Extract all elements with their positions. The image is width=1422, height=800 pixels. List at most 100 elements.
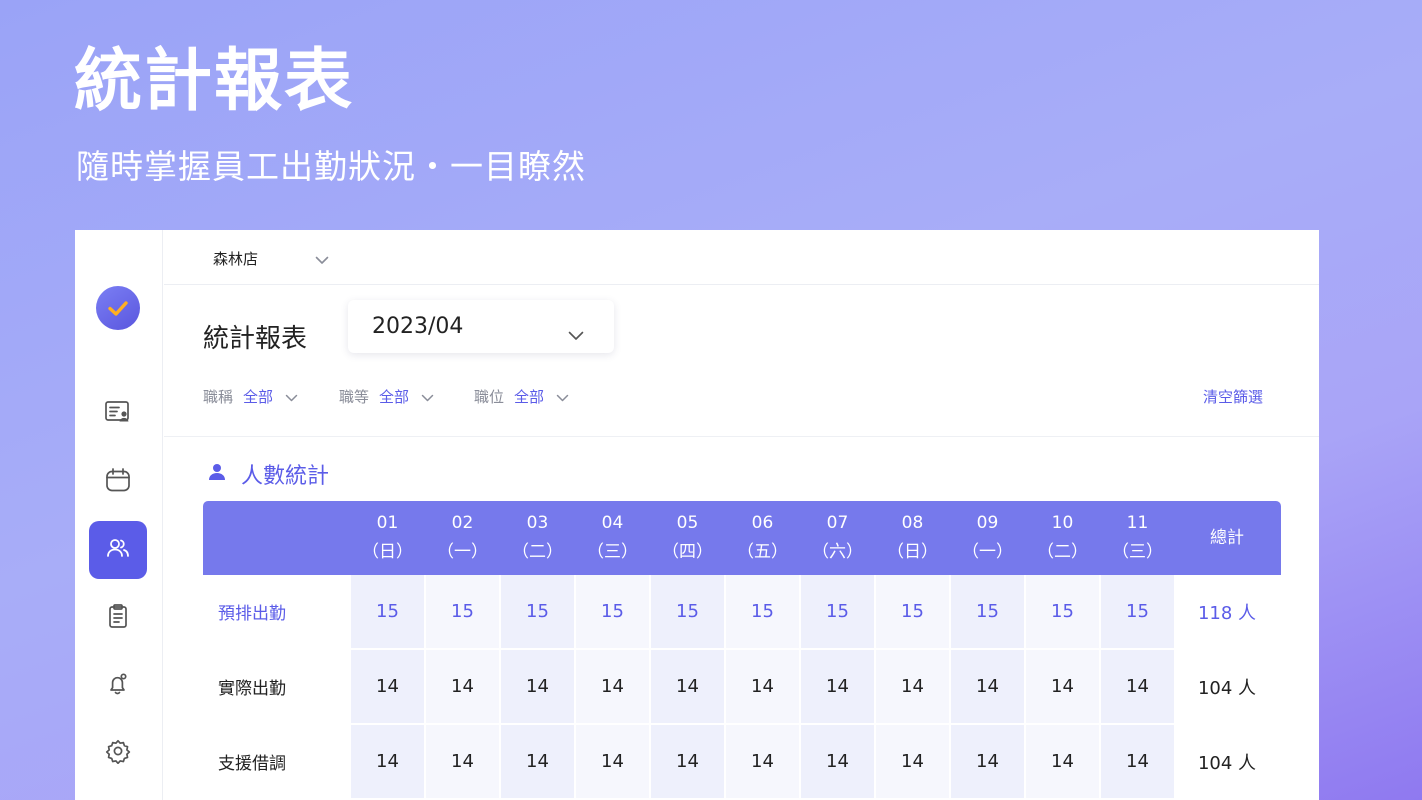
month-value: 2023/04 — [372, 314, 464, 339]
chevron-down-icon — [568, 322, 584, 347]
table-cell: 15 — [426, 575, 499, 648]
table-cell: 14 — [876, 650, 949, 723]
total-header: 總計 — [1210, 527, 1244, 548]
table-cell: 14 — [501, 725, 574, 798]
clipboard-icon — [105, 602, 131, 634]
column-day: 02 — [451, 513, 474, 533]
stats-table: 總計 01 （日） 02 （一） 03 （二） 04 （三） 05 （四） 06 （五） 07 （六） 08… — [203, 501, 1281, 800]
hero-subtitle: 隨時掌握員工出勤狀況・一目瞭然 — [76, 147, 586, 186]
table-cell: 14 — [726, 650, 799, 723]
table-cell: 15 — [576, 575, 649, 648]
filter-value: 全部 — [243, 388, 274, 406]
sidebar-item-notifications[interactable] — [89, 657, 147, 715]
table-cell: 15 — [351, 575, 424, 648]
chevron-down-icon — [421, 388, 434, 406]
check-logo-icon[interactable] — [96, 286, 140, 330]
app-window: 森林店 統計報表 2023/04 職稱 全部 職等 全部 職位 全部 清空篩選 … — [75, 230, 1319, 800]
table-cell: 14 — [951, 725, 1024, 798]
page-title: 統計報表 — [203, 324, 308, 354]
column-weekday: （一） — [962, 542, 1013, 562]
month-select[interactable]: 2023/04 — [348, 300, 614, 353]
table-cell: 14 — [951, 650, 1024, 723]
table-cell: 14 — [651, 725, 724, 798]
table-cell: 15 — [801, 575, 874, 648]
column-weekday: （三） — [1112, 542, 1163, 562]
table-cell: 14 — [801, 725, 874, 798]
filter-label: 職位 — [474, 388, 505, 406]
table-header: 總計 01 （日） 02 （一） 03 （二） 04 （三） 05 （四） 06 （五） 07 （六） 08… — [203, 501, 1281, 575]
column-day: 09 — [976, 513, 999, 533]
hero-title: 統計報表 — [74, 42, 355, 121]
column-weekday: （一） — [437, 542, 488, 562]
table-cell: 14 — [426, 725, 499, 798]
chevron-down-icon — [285, 388, 298, 406]
table-cell: 15 — [1101, 575, 1174, 648]
filter-label: 職稱 — [203, 388, 234, 406]
section-header: 人數統計 — [207, 458, 329, 490]
sidebar-item-users[interactable] — [89, 521, 147, 579]
filter-grade[interactable]: 職等 全部 — [339, 386, 434, 407]
table-cell: 15 — [501, 575, 574, 648]
row-label: 實際出勤 — [218, 679, 286, 699]
column-header: 08 （日） — [876, 501, 949, 575]
sidebar-item-calendar[interactable] — [89, 453, 147, 511]
column-weekday: （五） — [737, 542, 788, 562]
column-header: 06 （五） — [726, 501, 799, 575]
column-header: 03 （二） — [501, 501, 574, 575]
calendar-icon — [104, 466, 132, 498]
column-day: 03 — [526, 513, 549, 533]
column-day: 01 — [376, 513, 399, 533]
filter-value: 全部 — [514, 388, 545, 406]
table-cell: 14 — [1101, 725, 1174, 798]
store-select[interactable]: 森林店 — [213, 246, 333, 270]
table-cell: 14 — [651, 650, 724, 723]
sidebar-item-settings[interactable] — [89, 724, 147, 782]
row-total: 104 人 — [1197, 752, 1257, 774]
chevron-down-icon — [556, 388, 569, 406]
bell-icon — [105, 671, 131, 701]
column-day: 06 — [751, 513, 774, 533]
table-cell: 14 — [801, 650, 874, 723]
filter-value: 全部 — [379, 388, 410, 406]
column-day: 04 — [601, 513, 624, 533]
column-weekday: （六） — [812, 542, 863, 562]
clear-filter-button[interactable]: 清空篩選 — [1203, 386, 1263, 407]
users-icon — [105, 535, 131, 565]
table-cell: 14 — [726, 725, 799, 798]
table-cell: 15 — [876, 575, 949, 648]
table-cell: 14 — [576, 650, 649, 723]
divider — [164, 436, 1319, 437]
column-header: 11 （三） — [1101, 501, 1174, 575]
table-cell: 14 — [576, 725, 649, 798]
table-cell: 15 — [726, 575, 799, 648]
column-weekday: （二） — [512, 542, 563, 562]
table-cell: 15 — [951, 575, 1024, 648]
table-row: 實際出勤 14 14 14 14 14 14 14 14 14 14 14 104 人 — [203, 650, 1281, 725]
table-cell: 14 — [351, 650, 424, 723]
employee-card-icon — [103, 397, 133, 431]
topbar: 森林店 — [164, 230, 1319, 285]
filter-title[interactable]: 職稱 全部 — [203, 386, 298, 407]
column-header: 04 （三） — [576, 501, 649, 575]
table-cell: 15 — [651, 575, 724, 648]
table-cell: 14 — [1026, 725, 1099, 798]
filter-position[interactable]: 職位 全部 — [474, 386, 569, 407]
store-name: 森林店 — [213, 249, 259, 268]
column-header-total: 總計 — [1173, 501, 1281, 575]
gear-icon — [105, 738, 131, 768]
table-cell: 14 — [501, 650, 574, 723]
row-label: 支援借調 — [218, 754, 286, 774]
user-icon — [207, 462, 227, 486]
row-total: 104 人 — [1197, 677, 1257, 699]
column-weekday: （二） — [1037, 542, 1088, 562]
chevron-down-icon — [315, 251, 329, 269]
column-weekday: （三） — [587, 542, 638, 562]
table-cell: 14 — [351, 725, 424, 798]
column-day: 10 — [1051, 513, 1074, 533]
row-total: 118 人 — [1197, 602, 1257, 624]
sidebar-item-employee[interactable] — [89, 385, 147, 443]
filter-label: 職等 — [339, 388, 370, 406]
column-header: 05 （四） — [651, 501, 724, 575]
column-header: 07 （六） — [801, 501, 874, 575]
sidebar-item-clipboard[interactable] — [89, 589, 147, 647]
